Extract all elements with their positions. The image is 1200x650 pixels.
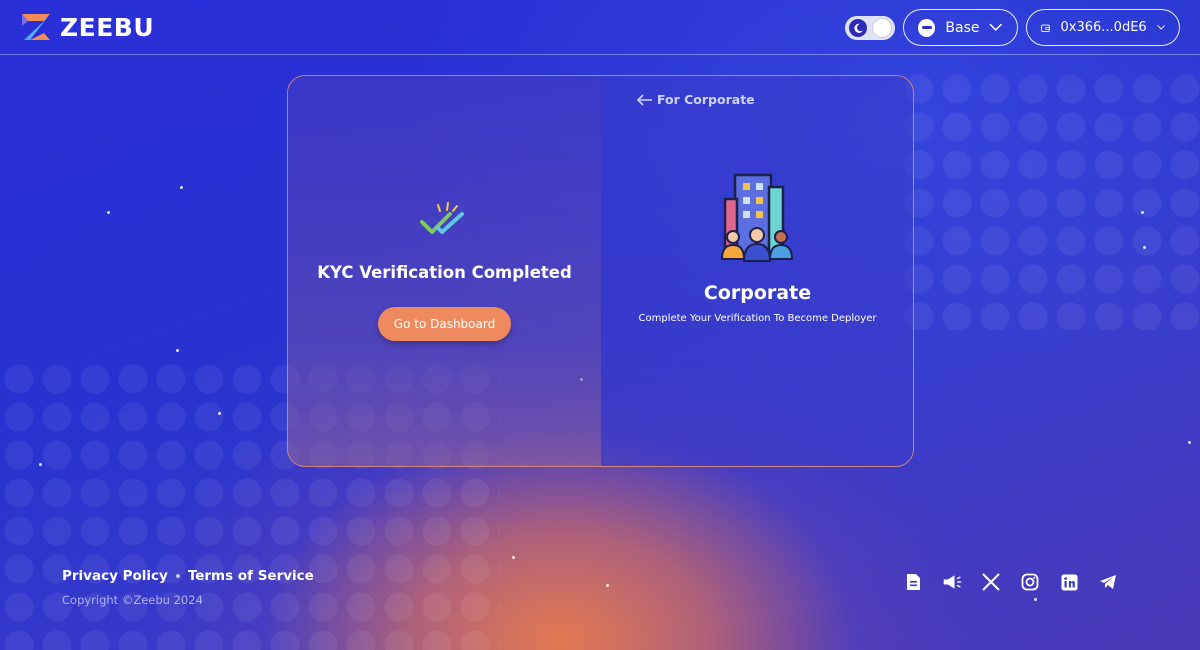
arrow-left-icon (637, 93, 652, 106)
corporate-title: Corporate (703, 282, 812, 304)
verification-card: KYC Verification Completed Go to Dashboa… (287, 75, 914, 467)
star (39, 463, 42, 466)
top-bar: ZEEBU Base 0x366...0dE6 (0, 0, 1200, 55)
footer-links: Privacy Policy Terms of Service (62, 568, 314, 584)
moon-icon (849, 19, 867, 37)
corporate-subtitle: Complete Your Verification To Become Dep… (638, 313, 877, 324)
star (512, 556, 515, 559)
linkedin-icon[interactable] (1059, 572, 1079, 592)
terms-of-service-link[interactable]: Terms of Service (188, 568, 314, 584)
toggle-knob (873, 19, 891, 37)
back-link-label: For Corporate (657, 92, 755, 107)
instagram-icon[interactable] (1020, 572, 1040, 592)
corporate-panel: For Corporate Corporate Complete Your Ve… (601, 76, 913, 466)
copyright-text: Copyright ©Zeebu 2024 (62, 593, 203, 607)
background-pattern (900, 70, 1200, 330)
star (606, 584, 609, 587)
x-icon[interactable] (981, 572, 1001, 592)
telegram-icon[interactable] (1098, 572, 1118, 592)
back-to-corporate-link[interactable]: For Corporate (637, 92, 755, 107)
separator-dot (175, 574, 180, 578)
theme-toggle[interactable] (845, 16, 895, 40)
star (1143, 246, 1146, 249)
social-links (903, 572, 1118, 592)
network-selector[interactable]: Base (903, 9, 1018, 46)
network-label: Base (945, 19, 980, 36)
megaphone-icon[interactable] (942, 572, 962, 592)
star (1034, 598, 1037, 601)
corporate-building-icon (720, 173, 794, 262)
star (1188, 441, 1191, 444)
star (180, 186, 183, 189)
chevron-down-icon (989, 23, 1003, 32)
brand-logo[interactable]: ZEEBU (20, 12, 154, 42)
kyc-status-title: KYC Verification Completed (317, 263, 572, 282)
kyc-status-panel: KYC Verification Completed Go to Dashboa… (288, 76, 601, 466)
base-network-icon (918, 18, 936, 37)
wallet-address: 0x366...0dE6 (1060, 20, 1147, 35)
chevron-down-icon (1156, 25, 1165, 30)
privacy-policy-link[interactable]: Privacy Policy (62, 568, 168, 584)
zeebu-logo-icon (22, 14, 50, 40)
star (1141, 211, 1144, 214)
star (176, 349, 179, 352)
go-to-dashboard-button[interactable]: Go to Dashboard (378, 307, 511, 341)
brand-name: ZEEBU (60, 12, 155, 42)
wallet-selector[interactable]: 0x366...0dE6 (1026, 9, 1180, 46)
wallet-icon (1041, 24, 1050, 32)
star (218, 412, 221, 415)
star (107, 211, 110, 214)
document-icon[interactable] (903, 572, 923, 592)
double-check-icon (420, 202, 464, 234)
